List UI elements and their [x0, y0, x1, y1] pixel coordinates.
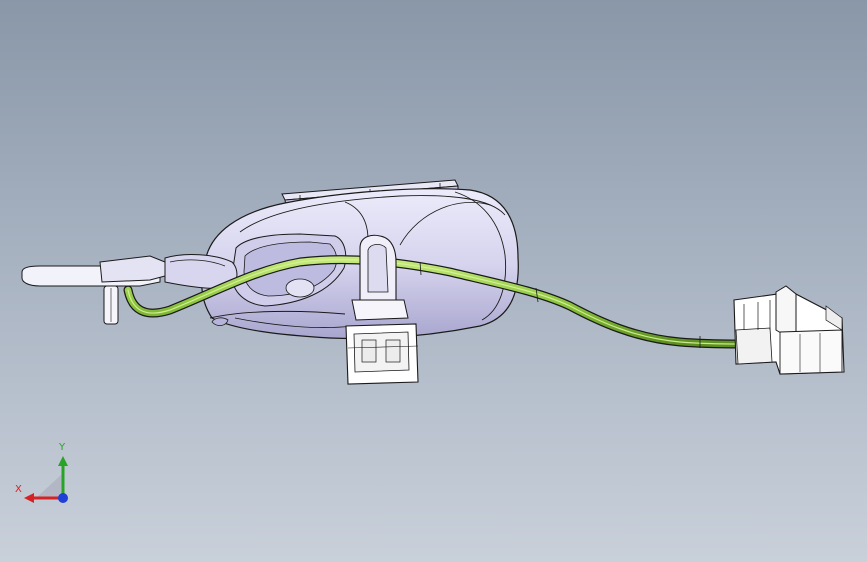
x-axis-label: X [15, 484, 22, 495]
x-axis-arrowhead [24, 493, 34, 503]
bottom-connector[interactable] [345, 323, 419, 385]
y-axis-arrowhead [58, 456, 68, 466]
graphics-viewport[interactable]: Y X [0, 0, 867, 562]
cad-model-scene[interactable] [0, 0, 867, 562]
right-connector[interactable] [733, 285, 845, 375]
triad-axes-icon [24, 456, 68, 503]
triad-origin-icon [58, 493, 68, 503]
reference-triad: Y X [12, 440, 82, 510]
y-axis-label: Y [59, 442, 66, 453]
